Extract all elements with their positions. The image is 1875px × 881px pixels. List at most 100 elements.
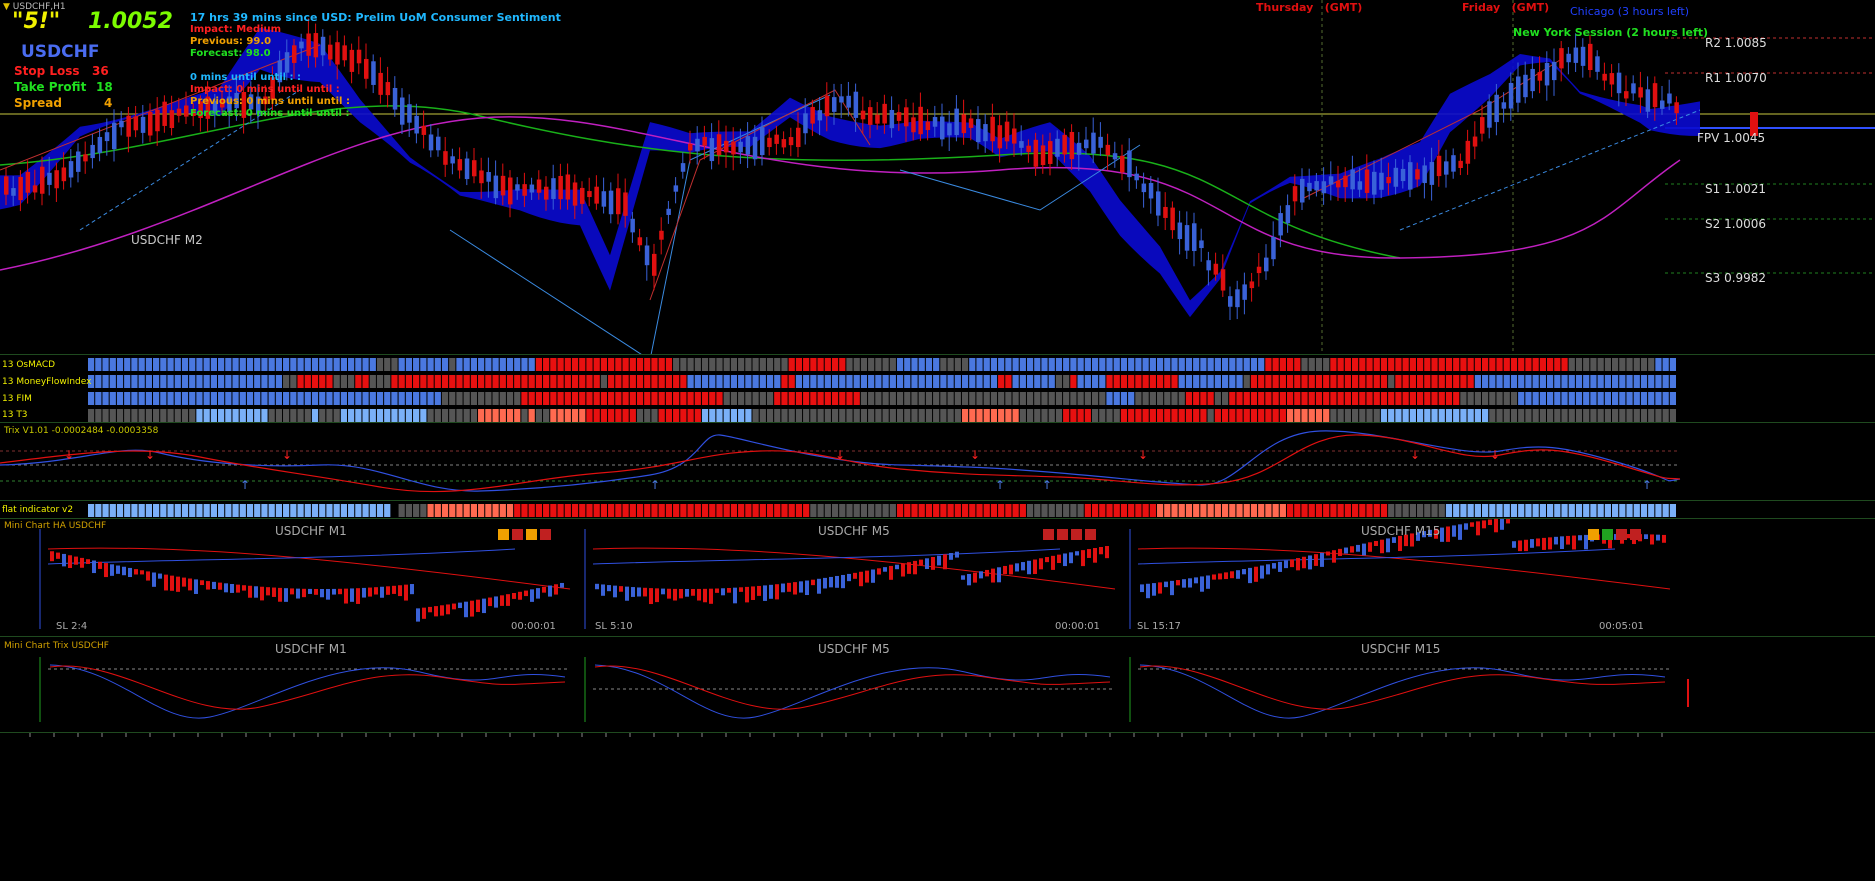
flat-cell	[1648, 504, 1655, 517]
signal-cell	[376, 409, 384, 422]
trix-m5-title: USDCHF M5	[818, 642, 890, 656]
mini-ha-pane[interactable]: Mini Chart HA USDCHF USDCHF M1 USDCHF M5…	[0, 518, 1875, 637]
signal-cell	[564, 375, 571, 388]
signal-cell	[904, 409, 911, 422]
signal-cell	[1106, 358, 1113, 371]
signal-cell	[1546, 409, 1554, 422]
signal-cell	[1633, 358, 1640, 371]
signal-cell	[1149, 409, 1156, 422]
signal-cell	[405, 358, 413, 371]
ha-candle	[1326, 551, 1330, 556]
signal-cell	[131, 375, 138, 388]
signal-cell	[109, 409, 116, 422]
pivot-label-s3: S3 0.9982	[1705, 271, 1767, 285]
signal-cell	[1185, 392, 1193, 405]
signal-cell	[593, 375, 600, 388]
flat-cell	[1366, 504, 1373, 517]
ha-candle	[542, 586, 546, 593]
ha-candle	[907, 562, 911, 574]
signal-cell	[1453, 358, 1460, 371]
signal-cell	[1034, 375, 1041, 388]
signal-cell	[1388, 375, 1395, 388]
candle-body	[1314, 181, 1319, 191]
timeframe-signal-square	[1057, 529, 1068, 540]
dropdown-triangle-icon[interactable]: ▼	[3, 2, 10, 12]
candle-body	[1379, 172, 1384, 190]
flat-cell	[1156, 504, 1164, 517]
signal-cell	[579, 409, 586, 422]
candle-body	[155, 109, 160, 132]
main-chart-pane[interactable]: ▼ USDCHF,H1 "5!" 1.0052 USDCHF Stop Loss…	[0, 0, 1875, 354]
signal-cell	[1070, 375, 1077, 388]
stop-loss-row: Stop Loss 36	[14, 63, 113, 79]
flat-cell	[680, 504, 687, 517]
flat-cell	[485, 504, 492, 517]
ha-candle	[619, 586, 623, 592]
ha-candle	[745, 586, 749, 603]
ha-candle	[1075, 551, 1079, 556]
flat-cell	[138, 504, 145, 517]
ha-candle	[68, 555, 72, 569]
signal-cell	[629, 392, 636, 405]
trix-m15-title: USDCHF M15	[1361, 642, 1441, 656]
candle-body	[1372, 171, 1377, 195]
flat-cell	[1063, 504, 1070, 517]
signal-cell	[803, 409, 810, 422]
signal-cell	[225, 358, 232, 371]
signal-cell	[348, 409, 355, 422]
signal-cell	[485, 358, 492, 371]
ha-candle	[853, 572, 857, 579]
trix-chart[interactable]: ↓ ↓ ↓ ↓ ↓ ↓ ↓ ↓↑ ↑ ↑ ↑ ↑	[0, 423, 1875, 501]
flat-cell	[1012, 504, 1019, 517]
candle-body	[90, 144, 95, 159]
sell-arrow-icon: ↓	[145, 448, 155, 462]
mini-trix-pane[interactable]: Mini Chart Trix USDCHF USDCHF M1 USDCHF …	[0, 636, 1875, 733]
signal-cell	[1380, 375, 1388, 388]
candle-body	[184, 105, 189, 117]
ha-candle	[56, 552, 60, 559]
trix-pane[interactable]: ↓ ↓ ↓ ↓ ↓ ↓ ↓ ↓ ↑ ↑ ↑ ↑ ↑ Trix V1.01 -0.0002484 -0.0…	[0, 422, 1875, 501]
ha-candle	[835, 575, 839, 588]
ha-candle	[1386, 538, 1390, 553]
signal-cell	[181, 409, 189, 422]
signal-cell	[304, 358, 311, 371]
flat-cell	[1380, 504, 1388, 517]
trix-label: Trix V1.01 -0.0002484 -0.0003358	[4, 426, 159, 436]
ha-candle	[98, 561, 102, 569]
flat-cell	[1229, 504, 1236, 517]
candle-body	[1436, 155, 1442, 177]
candle-body	[565, 174, 571, 200]
signal-cell	[933, 392, 940, 405]
signal-cell	[362, 392, 369, 405]
signal-cell	[102, 358, 109, 371]
signal-cell	[254, 392, 261, 405]
signal-cell	[246, 358, 254, 371]
candle-body	[1127, 150, 1132, 178]
candle-body	[745, 136, 751, 155]
flat-cell	[1467, 504, 1474, 517]
signal-cell	[319, 358, 326, 371]
signal-cell	[868, 409, 875, 422]
signal-cell	[1496, 358, 1503, 371]
signal-cell	[882, 375, 889, 388]
flat-cell	[1503, 504, 1510, 517]
signal-cell	[1207, 409, 1214, 422]
signal-cell	[1200, 375, 1207, 388]
flat-cell	[543, 504, 550, 517]
ha-candle	[524, 590, 528, 597]
pivot-label-r1: R1 1.0070	[1705, 71, 1767, 85]
signal-cell	[1330, 375, 1337, 388]
signal-cell	[1626, 392, 1633, 405]
ha-candle	[1356, 544, 1360, 552]
timeframe-signal-square	[526, 529, 537, 540]
flat-cell	[1539, 504, 1546, 517]
signal-cell	[925, 358, 933, 371]
signal-cell	[1554, 409, 1561, 422]
signal-cell	[1619, 392, 1626, 405]
ha-candle	[434, 606, 438, 617]
signal-cell	[701, 358, 709, 371]
signal-cell	[1120, 409, 1128, 422]
signal-cell	[1330, 409, 1337, 422]
candle-body	[133, 116, 139, 131]
ha-candle	[1308, 555, 1312, 570]
